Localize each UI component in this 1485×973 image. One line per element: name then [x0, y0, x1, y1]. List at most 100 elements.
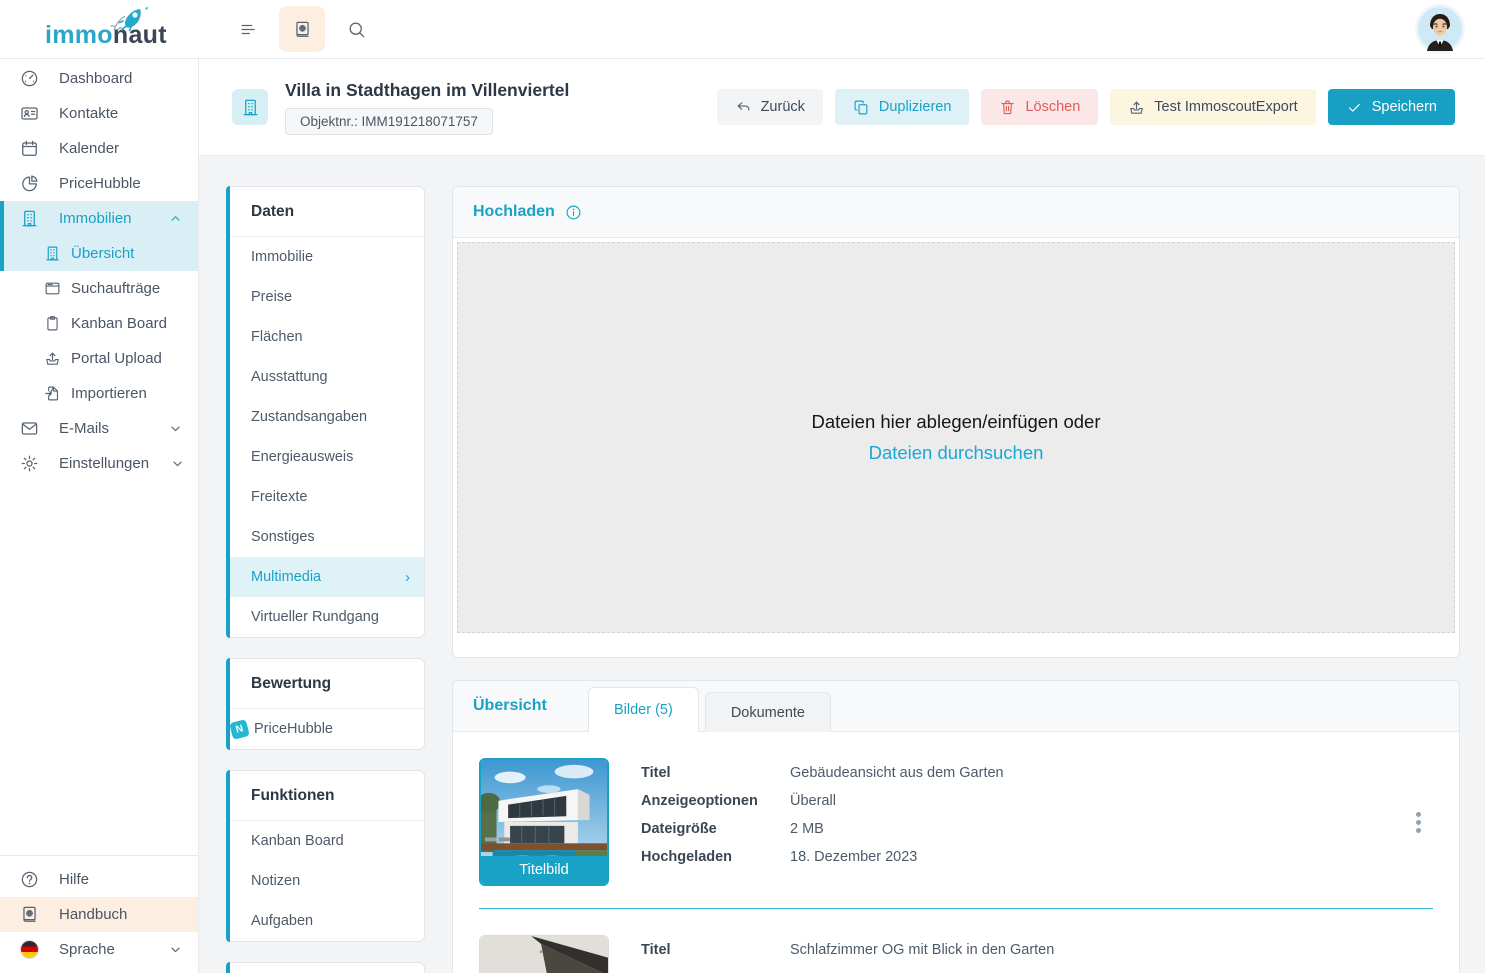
- row-menu-button[interactable]: [1403, 802, 1433, 842]
- upload-card: Hochladen Dateien hier ablegen/einfügen …: [452, 186, 1460, 658]
- daten-item-zustandsangaben[interactable]: Zustandsangaben: [227, 397, 424, 437]
- funktionen-item-notizen[interactable]: Notizen: [227, 861, 424, 901]
- daten-item-multimedia[interactable]: Multimedia ›: [227, 557, 424, 597]
- chevron-up-icon: [167, 210, 184, 227]
- funktionen-item-aufgaben[interactable]: Aufgaben: [227, 901, 424, 941]
- next-panel-partial: [226, 962, 425, 973]
- building-icon: [20, 209, 39, 228]
- avatar[interactable]: [1418, 7, 1462, 51]
- media-fields: TitelSchlafzimmer OG mit Blick in den Ga…: [641, 935, 1054, 959]
- media-thumbnail-schlafzimmer[interactable]: [479, 935, 609, 973]
- sidebar: Dashboard Kontakte Kalender PriceHubble …: [0, 59, 199, 973]
- back-button[interactable]: Zurück: [717, 89, 823, 125]
- sidebar-item-sprache[interactable]: Sprache: [0, 932, 198, 967]
- search-button[interactable]: [333, 6, 379, 52]
- daten-item-preise[interactable]: Preise: [227, 277, 424, 317]
- avatar-image: [1418, 7, 1462, 51]
- copy-icon: [853, 99, 870, 116]
- collapse-menu-button[interactable]: [225, 6, 271, 52]
- upload-title: Hochladen: [473, 203, 555, 221]
- daten-item-sonstiges[interactable]: Sonstiges: [227, 517, 424, 557]
- daten-item-freitexte[interactable]: Freitexte: [227, 477, 424, 517]
- funktionen-item-kanban-board[interactable]: Kanban Board: [227, 821, 424, 861]
- sidebar-item-suchauftraege[interactable]: Suchaufträge: [0, 271, 198, 306]
- daten-item-energieausweis[interactable]: Energieausweis: [227, 437, 424, 477]
- main-area: Villa in Stadthagen im Villenviertel Obj…: [199, 59, 1485, 973]
- sidebar-item-emails[interactable]: E-Mails: [0, 411, 198, 446]
- delete-button[interactable]: Löschen: [981, 89, 1098, 125]
- export-button[interactable]: Test ImmoscoutExport: [1110, 89, 1315, 125]
- clipboard-icon: [44, 315, 61, 332]
- top-bar: immonaut: [0, 0, 1485, 59]
- media-row: Titelbild TitelGebäudeansicht aus dem Ga…: [453, 732, 1459, 908]
- tab-bilder[interactable]: Bilder (5): [588, 687, 699, 732]
- sidebar-item-uebersicht[interactable]: Übersicht: [0, 236, 198, 271]
- trash-icon: [999, 99, 1016, 116]
- calendar-icon: [20, 139, 39, 158]
- gear-icon: [20, 454, 39, 473]
- tab-dokumente[interactable]: Dokumente: [705, 692, 831, 732]
- help-icon: [20, 870, 39, 889]
- sidebar-footer: Hilfe Handbuch Sprache: [0, 855, 198, 973]
- info-icon[interactable]: [565, 204, 582, 221]
- daten-item-flaechen[interactable]: Flächen: [227, 317, 424, 357]
- field-value: Gebäudeansicht aus dem Garten: [790, 764, 1004, 782]
- file-dropzone[interactable]: Dateien hier ablegen/einfügen oder Datei…: [457, 242, 1455, 633]
- funktionen-panel: Funktionen Kanban Board Notizen Aufgaben: [226, 770, 425, 942]
- sidebar-item-kanban-board[interactable]: Kanban Board: [0, 306, 198, 341]
- manual-button[interactable]: [279, 6, 325, 52]
- check-icon: [1346, 99, 1363, 116]
- export-upload-icon: [1128, 99, 1145, 116]
- sidebar-item-pricehubble[interactable]: PriceHubble: [0, 166, 198, 201]
- book-icon: [20, 905, 39, 924]
- top-toolbar: [225, 6, 379, 52]
- daten-item-immobilie[interactable]: Immobilie: [227, 237, 424, 277]
- building-icon: [44, 245, 61, 262]
- dashboard-icon: [20, 69, 39, 88]
- field-label: Titel: [641, 941, 790, 959]
- bewertung-panel-title: Bewertung: [227, 659, 424, 709]
- sidebar-active-group: Immobilien Übersicht: [0, 201, 198, 271]
- sidebar-item-dashboard[interactable]: Dashboard: [0, 61, 198, 96]
- property-icon-tile: [232, 89, 268, 125]
- sidebar-item-handbuch[interactable]: Handbuch: [0, 897, 198, 932]
- media-tabs: Bilder (5) Dokumente: [588, 687, 831, 732]
- sidebar-item-kontakte[interactable]: Kontakte: [0, 96, 198, 131]
- sidebar-item-kalender[interactable]: Kalender: [0, 131, 198, 166]
- sidebar-item-importieren[interactable]: Importieren: [0, 376, 198, 411]
- media-row: TitelSchlafzimmer OG mit Blick in den Ga…: [453, 909, 1459, 973]
- titelbild-badge: Titelbild: [481, 856, 607, 884]
- book-globe-icon: [293, 20, 312, 39]
- media-overview-title: Übersicht: [473, 697, 547, 715]
- field-value: Überall: [790, 792, 836, 810]
- pie-chart-icon: [20, 174, 39, 193]
- bewertung-item-pricehubble[interactable]: N PriceHubble: [227, 709, 424, 749]
- sidebar-item-einstellungen[interactable]: Einstellungen: [0, 446, 198, 481]
- chevron-down-icon: [167, 941, 184, 958]
- content-area: Daten Immobilie Preise Flächen Ausstattu…: [199, 156, 1485, 973]
- upload-icon: [44, 350, 61, 367]
- app-logo[interactable]: immonaut: [0, 0, 199, 58]
- object-number-badge: Objektnr.: IMM191218071757: [285, 108, 493, 135]
- save-button[interactable]: Speichern: [1328, 89, 1455, 125]
- pricehubble-logo-icon: N: [229, 719, 250, 740]
- left-panel-column: Daten Immobilie Preise Flächen Ausstattu…: [226, 186, 425, 973]
- german-flag-icon: [20, 940, 39, 959]
- sidebar-item-portal-upload[interactable]: Portal Upload: [0, 341, 198, 376]
- upload-card-body: Dateien hier ablegen/einfügen oder Datei…: [453, 238, 1459, 657]
- browse-files-link[interactable]: Dateien durchsuchen: [869, 442, 1044, 464]
- bedroom-photo: [480, 936, 608, 973]
- duplicate-button[interactable]: Duplizieren: [835, 89, 970, 125]
- upload-card-header: Hochladen: [453, 187, 1459, 238]
- sidebar-item-hilfe[interactable]: Hilfe: [0, 862, 198, 897]
- field-label: Hochgeladen: [641, 848, 790, 866]
- daten-item-virtueller-rundgang[interactable]: Virtueller Rundgang: [227, 597, 424, 637]
- search-icon: [347, 20, 366, 39]
- sidebar-item-immobilien[interactable]: Immobilien: [0, 201, 198, 236]
- header-actions: Zurück Duplizieren Löschen Test Immoscou…: [717, 89, 1455, 125]
- daten-panel: Daten Immobilie Preise Flächen Ausstattu…: [226, 186, 425, 638]
- media-thumbnail-villa[interactable]: Titelbild: [479, 758, 609, 886]
- page-header: Villa in Stadthagen im Villenviertel Obj…: [199, 59, 1485, 156]
- page-title: Villa in Stadthagen im Villenviertel: [285, 80, 569, 101]
- daten-item-ausstattung[interactable]: Ausstattung: [227, 357, 424, 397]
